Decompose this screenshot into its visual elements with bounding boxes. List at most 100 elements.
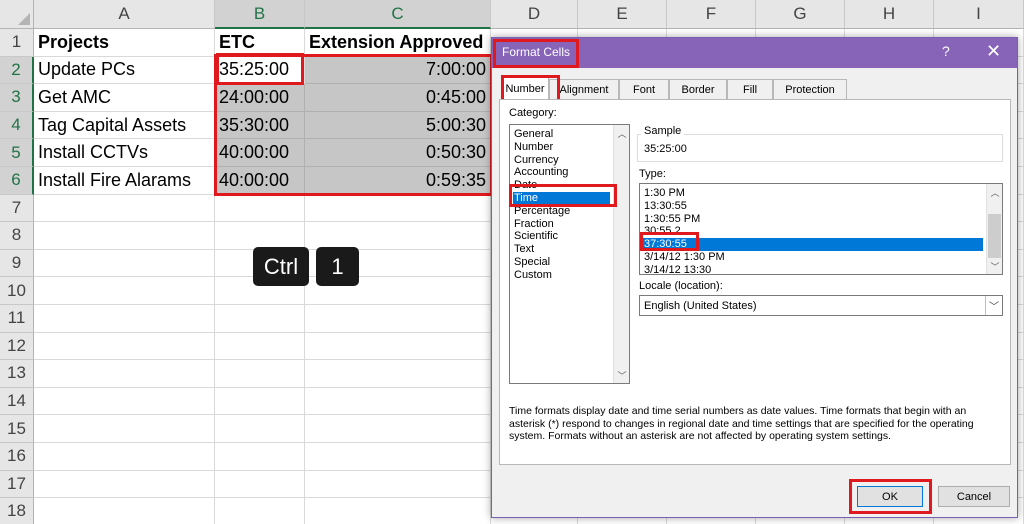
category-item-fraction[interactable]: Fraction [513, 218, 610, 231]
extension-cell[interactable]: 7:00:00 [305, 56, 491, 85]
category-item-custom[interactable]: Custom [513, 269, 610, 282]
tab-protection[interactable]: Protection [773, 79, 847, 99]
extension-cell[interactable]: 0:45:00 [305, 84, 491, 112]
extension-cell[interactable]: 5:00:30 [305, 111, 491, 140]
type-item[interactable]: 1:30:55 PM [643, 213, 983, 226]
etc-cell[interactable]: 40:00:00 [215, 139, 305, 167]
category-item-scientific[interactable]: Scientific [513, 230, 610, 243]
etc-cell[interactable]: 40:00:00 [215, 167, 305, 195]
row-header-7[interactable]: 7 [0, 194, 34, 223]
column-header-c[interactable]: C [305, 0, 491, 29]
category-scrollbar[interactable]: ︿ ﹀ [613, 125, 629, 383]
empty-cell[interactable] [305, 470, 491, 499]
empty-cell[interactable] [34, 305, 215, 333]
row-header-18[interactable]: 18 [0, 498, 34, 524]
empty-cell[interactable] [34, 222, 215, 250]
column-header-f[interactable]: F [667, 0, 756, 29]
empty-cell[interactable] [34, 194, 215, 223]
header-cell-etc[interactable]: ETC [215, 29, 305, 57]
empty-cell[interactable] [215, 498, 305, 524]
scroll-up-icon[interactable]: ︿ [614, 125, 630, 141]
column-header-e[interactable]: E [578, 0, 667, 29]
empty-cell[interactable] [305, 387, 491, 416]
type-item[interactable]: 1:30 PM [643, 187, 983, 200]
locale-select[interactable]: English (United States) ﹀ [639, 295, 1003, 316]
empty-cell[interactable] [305, 498, 491, 524]
empty-cell[interactable] [34, 332, 215, 361]
empty-cell[interactable] [34, 387, 215, 416]
row-header-12[interactable]: 12 [0, 332, 34, 361]
empty-cell[interactable] [215, 305, 305, 333]
row-header-16[interactable]: 16 [0, 443, 34, 471]
empty-cell[interactable] [305, 443, 491, 471]
category-item-special[interactable]: Special [513, 256, 610, 269]
type-scrollbar[interactable]: ︿ ﹀ [986, 184, 1002, 274]
column-header-b[interactable]: B [215, 0, 305, 29]
type-item[interactable]: 13:30:55 [643, 200, 983, 213]
etc-cell[interactable]: 24:00:00 [215, 84, 305, 112]
empty-cell[interactable] [305, 222, 491, 250]
project-name-cell[interactable]: Get AMC [34, 84, 215, 112]
row-header-9[interactable]: 9 [0, 249, 34, 278]
empty-cell[interactable] [215, 415, 305, 443]
empty-cell[interactable] [34, 470, 215, 499]
project-name-cell[interactable]: Update PCs [34, 56, 215, 85]
empty-cell[interactable] [305, 332, 491, 361]
empty-cell[interactable] [305, 360, 491, 388]
category-item-text[interactable]: Text [513, 243, 610, 256]
empty-cell[interactable] [34, 415, 215, 443]
help-button[interactable]: ? [942, 43, 950, 59]
ok-button[interactable]: OK [857, 486, 923, 507]
scroll-down-icon[interactable]: ﹀ [614, 367, 630, 383]
category-item-percentage[interactable]: Percentage [513, 205, 610, 218]
empty-cell[interactable] [215, 387, 305, 416]
category-item-currency[interactable]: Currency [513, 154, 610, 167]
extension-cell[interactable]: 0:50:30 [305, 139, 491, 167]
header-cell-projects[interactable]: Projects [34, 29, 215, 57]
category-item-number[interactable]: Number [513, 141, 610, 154]
empty-cell[interactable] [34, 360, 215, 388]
empty-cell[interactable] [215, 194, 305, 223]
etc-cell[interactable]: 35:25:00 [215, 56, 305, 85]
column-header-a[interactable]: A [34, 0, 215, 29]
type-item[interactable]: 37:30:55 [643, 238, 983, 252]
header-cell-extension[interactable]: Extension Approved [305, 29, 491, 57]
row-header-5[interactable]: 5 [0, 139, 34, 167]
tab-border[interactable]: Border [669, 79, 727, 99]
empty-cell[interactable] [34, 249, 215, 278]
project-name-cell[interactable]: Install CCTVs [34, 139, 215, 167]
type-list[interactable]: ︿ ﹀ 1:30 PM 13:30:55 1:30:55 PM 30:55.2 37:3… [639, 183, 1003, 277]
category-item-accounting[interactable]: Accounting [513, 166, 610, 179]
scroll-up-icon[interactable]: ︿ [987, 184, 1003, 200]
tab-number[interactable]: Number [501, 77, 549, 100]
column-header-h[interactable]: H [845, 0, 934, 29]
row-header-3[interactable]: 3 [0, 84, 34, 112]
row-header-8[interactable]: 8 [0, 222, 34, 250]
row-header-1[interactable]: 1 [0, 29, 34, 57]
scroll-down-icon[interactable]: ﹀ [987, 258, 1003, 274]
row-header-6[interactable]: 6 [0, 167, 34, 195]
empty-cell[interactable] [34, 443, 215, 471]
category-item-general[interactable]: General [513, 128, 610, 141]
row-header-15[interactable]: 15 [0, 415, 34, 443]
project-name-cell[interactable]: Install Fire Alarams [34, 167, 215, 195]
select-all-corner[interactable] [0, 0, 34, 29]
empty-cell[interactable] [215, 360, 305, 388]
column-header-d[interactable]: D [491, 0, 578, 29]
type-item[interactable]: 30:55.2 [643, 225, 983, 238]
project-name-cell[interactable]: Tag Capital Assets [34, 111, 215, 140]
empty-cell[interactable] [34, 277, 215, 305]
type-item[interactable]: 3/14/12 1:30 PM [643, 251, 983, 264]
column-header-g[interactable]: G [756, 0, 845, 29]
empty-cell[interactable] [34, 498, 215, 524]
scroll-thumb[interactable] [988, 214, 1001, 258]
column-header-i[interactable]: I [934, 0, 1024, 29]
chevron-down-icon[interactable]: ﹀ [985, 296, 1002, 315]
empty-cell[interactable] [305, 305, 491, 333]
type-item[interactable]: 3/14/12 13:30 [643, 264, 983, 277]
extension-cell[interactable]: 0:59:35 [305, 167, 491, 195]
row-header-13[interactable]: 13 [0, 360, 34, 388]
row-header-17[interactable]: 17 [0, 470, 34, 499]
dialog-titlebar[interactable]: Format Cells ? ✕ [492, 38, 1017, 68]
etc-cell[interactable]: 35:30:00 [215, 111, 305, 140]
